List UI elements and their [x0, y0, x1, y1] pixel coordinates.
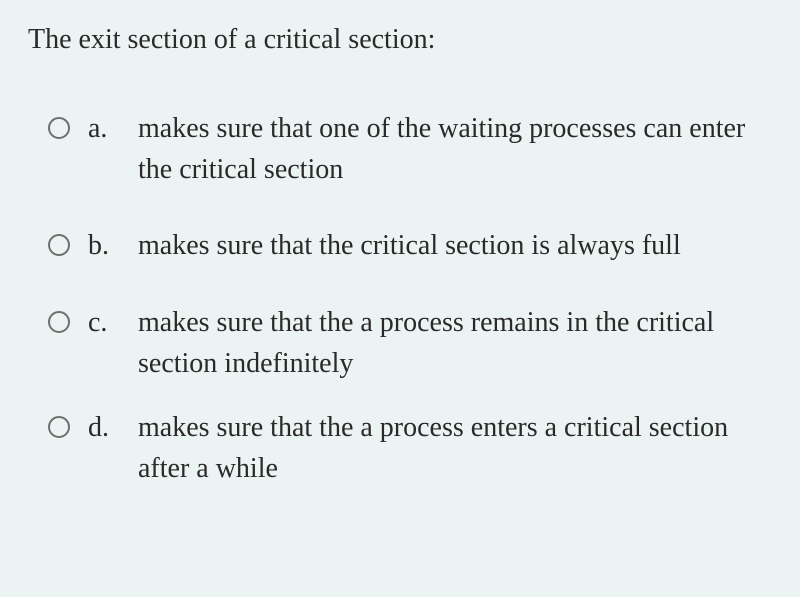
option-letter: d.: [88, 408, 120, 447]
options-list: a. makes sure that one of the waiting pr…: [28, 109, 772, 489]
option-c[interactable]: c. makes sure that the a process remains…: [48, 303, 772, 384]
option-a[interactable]: a. makes sure that one of the waiting pr…: [48, 109, 772, 190]
radio-d[interactable]: [48, 416, 70, 438]
radio-b[interactable]: [48, 234, 70, 256]
radio-c[interactable]: [48, 311, 70, 333]
option-text: makes sure that one of the waiting proce…: [138, 109, 772, 190]
option-b[interactable]: b. makes sure that the critical section …: [48, 226, 772, 267]
question-text: The exit section of a critical section:: [28, 20, 772, 59]
option-text: makes sure that the a process enters a c…: [138, 408, 772, 489]
option-letter: a.: [88, 109, 120, 148]
option-d[interactable]: d. makes sure that the a process enters …: [48, 408, 772, 489]
option-letter: b.: [88, 226, 120, 265]
option-text: makes sure that the critical section is …: [138, 226, 772, 267]
option-letter: c.: [88, 303, 120, 342]
option-text: makes sure that the a process remains in…: [138, 303, 772, 384]
radio-a[interactable]: [48, 117, 70, 139]
